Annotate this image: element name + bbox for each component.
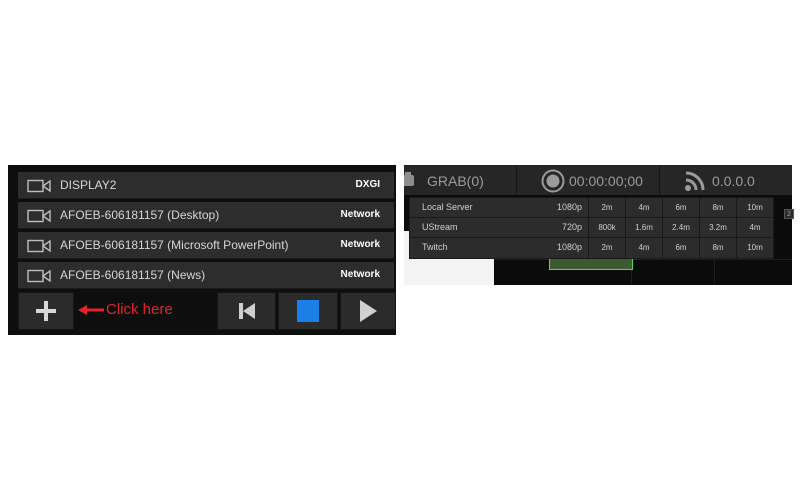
- toolbar-divider: [659, 165, 660, 195]
- source-row[interactable]: AFOEB-606181157 (Desktop) Network: [18, 202, 394, 229]
- red-arrow-icon: [78, 305, 104, 315]
- stream-settings-menu: Local Server 1080p 2m 4m 6m 8m 10m UStre…: [409, 197, 774, 259]
- stream-service: Twitch: [422, 242, 448, 252]
- toolbar-divider: [516, 165, 517, 195]
- bitrate-option[interactable]: 4m: [736, 218, 773, 238]
- stream-service: Local Server: [422, 202, 473, 212]
- stream-resolution: 1080p: [556, 242, 582, 252]
- source-row[interactable]: AFOEB-606181157 (News) Network: [18, 262, 394, 289]
- skip-back-button[interactable]: [217, 292, 276, 330]
- stream-row[interactable]: UStream 720p 800k 1.6m 2.4m 3.2m 4m: [410, 218, 773, 238]
- stream-resolution: 720p: [561, 222, 582, 232]
- bitrate-option[interactable]: 6m: [662, 198, 699, 218]
- record-timer: 00:00:00;00: [569, 173, 643, 189]
- stream-row[interactable]: Twitch 1080p 2m 4m 6m 8m 10m: [410, 238, 773, 258]
- source-name: AFOEB-606181157 (Desktop): [60, 208, 220, 222]
- bitrate-option[interactable]: 10m: [736, 198, 773, 218]
- camera-icon: [27, 179, 51, 193]
- play-button[interactable]: [340, 292, 396, 330]
- rss-icon[interactable]: [684, 170, 706, 192]
- annotation-label: Click here: [106, 301, 173, 318]
- stop-button[interactable]: [278, 292, 338, 330]
- camera-icon: [27, 269, 51, 283]
- bitrate-option[interactable]: 8m: [699, 198, 736, 218]
- stream-row[interactable]: Local Server 1080p 2m 4m 6m 8m 10m: [410, 198, 773, 218]
- stream-resolution: 1080p: [556, 202, 582, 212]
- record-icon[interactable]: [541, 169, 565, 193]
- source-type: Network: [340, 239, 380, 250]
- source-name: AFOEB-606181157 (Microsoft PowerPoint): [60, 238, 289, 252]
- bitrate-option[interactable]: 2m: [588, 198, 625, 218]
- source-row[interactable]: AFOEB-606181157 (Microsoft PowerPoint) N…: [18, 232, 394, 259]
- timeline-grid: [714, 259, 715, 285]
- add-source-button[interactable]: [18, 292, 74, 330]
- source-name: AFOEB-606181157 (News): [60, 268, 206, 282]
- camera-icon: [27, 209, 51, 223]
- bitrate-option[interactable]: 2m: [588, 238, 625, 258]
- camera-icon: [27, 239, 51, 253]
- plus-icon: [36, 301, 56, 321]
- bitrate-option[interactable]: 4m: [625, 238, 662, 258]
- play-icon: [360, 300, 377, 322]
- timeline-thumbnail[interactable]: [549, 258, 633, 270]
- toolbar: GRAB(0) 00:00:00;00 0.0.0.0: [404, 165, 792, 195]
- stream-service: UStream: [422, 222, 458, 232]
- source-row[interactable]: DISPLAY2 DXGI: [18, 172, 394, 199]
- grab-icon: [404, 172, 414, 186]
- side-indicator[interactable]: 2: [784, 209, 794, 219]
- bitrate-option[interactable]: 4m: [625, 198, 662, 218]
- source-type: Network: [340, 269, 380, 280]
- skip-back-icon: [238, 303, 255, 319]
- bitrate-option[interactable]: 6m: [662, 238, 699, 258]
- bitrate-option[interactable]: 8m: [699, 238, 736, 258]
- stop-icon: [297, 300, 319, 322]
- bitrate-option[interactable]: 1.6m: [625, 218, 662, 238]
- bitrate-option[interactable]: 800k: [588, 218, 625, 238]
- source-type: Network: [340, 209, 380, 220]
- timeline-grid: [494, 259, 792, 260]
- bitrate-option[interactable]: 2.4m: [662, 218, 699, 238]
- source-name: DISPLAY2: [60, 178, 117, 192]
- bitrate-option[interactable]: 3.2m: [699, 218, 736, 238]
- bitrate-option[interactable]: 10m: [736, 238, 773, 258]
- source-type: DXGI: [355, 179, 380, 190]
- grab-label[interactable]: GRAB(0): [427, 173, 484, 189]
- network-address: 0.0.0.0: [712, 173, 755, 189]
